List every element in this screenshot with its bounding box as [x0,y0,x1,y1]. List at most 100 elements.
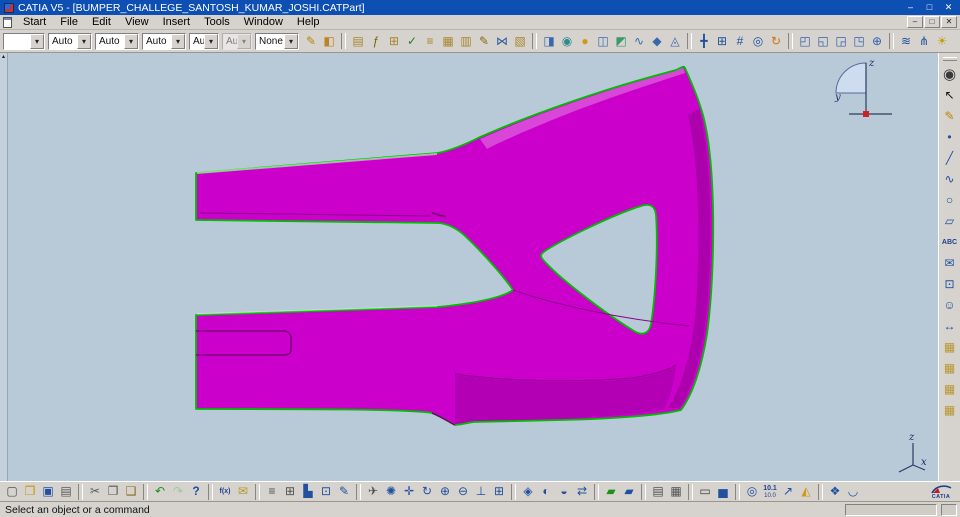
select-arrow-icon[interactable]: ↖ [940,85,960,106]
new-document-icon[interactable]: ▢ [3,482,21,501]
app-icon[interactable] [4,2,14,13]
measure-icon[interactable]: ↔ [940,316,960,337]
zoom-in-icon[interactable]: ⊕ [436,482,454,501]
menu-insert[interactable]: Insert [156,15,198,29]
report-icon[interactable]: ▥ [457,32,475,51]
menu-window[interactable]: Window [237,15,290,29]
spline-icon[interactable]: ∿ [940,169,960,190]
rule-icon[interactable]: ≡ [421,32,439,51]
update-icon[interactable]: ↻ [767,32,785,51]
compass-tool-icon[interactable]: ◎ [749,32,767,51]
reframe-icon[interactable]: ❖ [826,482,844,501]
measure-between-icon[interactable]: 10.1 10.0 [761,482,779,501]
scan-icon[interactable]: ▧ [511,32,529,51]
menu-start[interactable]: Start [16,15,53,29]
chevron-down-icon[interactable]: ▾ [30,33,44,49]
open-icon[interactable]: ❒ [21,482,39,501]
zoom-out-icon[interactable]: ⊖ [454,482,472,501]
datum-sheet-icon[interactable]: ▤ [349,32,367,51]
sweep-surface-icon[interactable]: ∿ [630,32,648,51]
graphic-color-combo[interactable]: ▾ [3,32,45,50]
point-icon[interactable]: • [940,127,960,148]
capture-image-icon[interactable]: ⊡ [317,482,335,501]
rotate-icon[interactable]: ↻ [418,482,436,501]
print-setup-icon[interactable]: ▤ [649,482,667,501]
menu-file[interactable]: File [53,15,85,29]
depth-effect-icon[interactable]: ◲ [832,32,850,51]
annotation-pen-icon[interactable]: ✎ [475,32,493,51]
capture-icon[interactable]: ⊡ [940,274,960,295]
chevron-down-icon[interactable]: ▾ [204,33,218,49]
line-type-combo[interactable]: Auto ▾ [95,32,139,50]
specification-tree-icon[interactable]: ≡ [263,482,281,501]
save-version-icon[interactable]: ▰ [602,482,620,501]
front-view-icon[interactable]: ◰ [796,32,814,51]
fill-surface-icon[interactable]: ◆ [648,32,666,51]
browse-window-icon[interactable]: ▰ [620,482,638,501]
normal-view-icon[interactable]: ⊥ [472,482,490,501]
vault-drive-icon[interactable]: ▭ [696,482,714,501]
offset-surface-icon[interactable]: ◩ [612,32,630,51]
analysis-histogram-icon[interactable]: ▅ [714,482,732,501]
undo-icon[interactable]: ↶ [151,482,169,501]
porcupine-analysis-icon[interactable]: ⋔ [915,32,933,51]
edit-pen-icon[interactable]: ✎ [335,482,353,501]
compass[interactable]: z y [833,55,895,119]
cut-icon[interactable]: ✂ [86,482,104,501]
chevron-down-icon[interactable]: ▾ [284,33,298,49]
plane-icon[interactable]: ▱ [940,211,960,232]
extrude-surface-icon[interactable]: ◨ [540,32,558,51]
chevron-down-icon[interactable]: ▾ [171,33,185,49]
copy-graphic-properties-icon[interactable]: ✎ [302,32,320,51]
datum-target-icon[interactable]: ◎ [743,482,761,501]
chevron-down-icon[interactable]: ▾ [124,33,138,49]
fly-mode-icon[interactable]: ✈ [364,482,382,501]
whats-this-icon[interactable]: ? [187,482,205,501]
layer-filter-icon[interactable]: ◳ [850,32,868,51]
print-icon[interactable]: ▤ [57,482,75,501]
knowledge-comment-icon[interactable]: ✉ [234,482,252,501]
render-style-icon[interactable]: ◐ [537,482,555,501]
mdi-restore-button[interactable]: □ [924,16,940,28]
blend-surface-icon[interactable]: ◬ [666,32,684,51]
swap-visible-space-icon[interactable]: ⇄ [573,482,591,501]
options-grid-icon[interactable]: ▦ [667,482,685,501]
curvature-comb-icon[interactable]: ≋ [897,32,915,51]
catalog-sheet-icon[interactable]: ▦ [439,32,457,51]
magnifier-icon[interactable]: ⊕ [868,32,886,51]
status-indicator-box[interactable] [941,503,957,516]
menu-help[interactable]: Help [290,15,327,29]
data-table-icon[interactable]: ⊞ [281,482,299,501]
cylinder-surface-icon[interactable]: ◫ [594,32,612,51]
instantiate-from-document-icon[interactable]: ▦ [940,358,960,379]
paste-icon[interactable]: ❑ [122,482,140,501]
mdi-minimize-button[interactable]: – [907,16,923,28]
cutting-plane-icon[interactable]: ◱ [814,32,832,51]
work-grid-icon[interactable]: ⊞ [713,32,731,51]
current-workbench-icon[interactable]: ◉ [940,64,960,85]
formula-bottom-icon[interactable]: f(x) [216,482,234,501]
chevron-down-icon[interactable]: ▾ [237,33,251,49]
layer-combo[interactable]: None ▾ [255,32,299,50]
check-icon[interactable]: ✓ [403,32,421,51]
hide-show-icon[interactable]: ◒ [555,482,573,501]
symbol-type-combo[interactable]: Aut ▾ [222,32,252,50]
mass-properties-icon[interactable]: ◭ [797,482,815,501]
point-type-combo[interactable]: Aut ▾ [189,32,219,50]
document-icon[interactable] [3,16,12,28]
circle-icon[interactable]: ○ [940,190,960,211]
menu-view[interactable]: View [118,15,156,29]
quick-view-icon[interactable]: ◈ [519,482,537,501]
save-icon[interactable]: ▣ [39,482,57,501]
menu-edit[interactable]: Edit [85,15,118,29]
measure-item-icon[interactable]: ↗ [779,482,797,501]
snap-to-grid-icon[interactable]: # [731,32,749,51]
minimize-button[interactable]: – [901,1,920,14]
update-catalog-icon[interactable]: ▦ [940,400,960,421]
axis-system-icon[interactable]: ╋ [695,32,713,51]
close-button[interactable]: ✕ [939,1,958,14]
fit-all-in-icon[interactable]: ✺ [382,482,400,501]
redo-icon[interactable]: ↷ [169,482,187,501]
manikin-icon[interactable]: ☺ [940,295,960,316]
light-source-icon[interactable]: ☀ [933,32,951,51]
